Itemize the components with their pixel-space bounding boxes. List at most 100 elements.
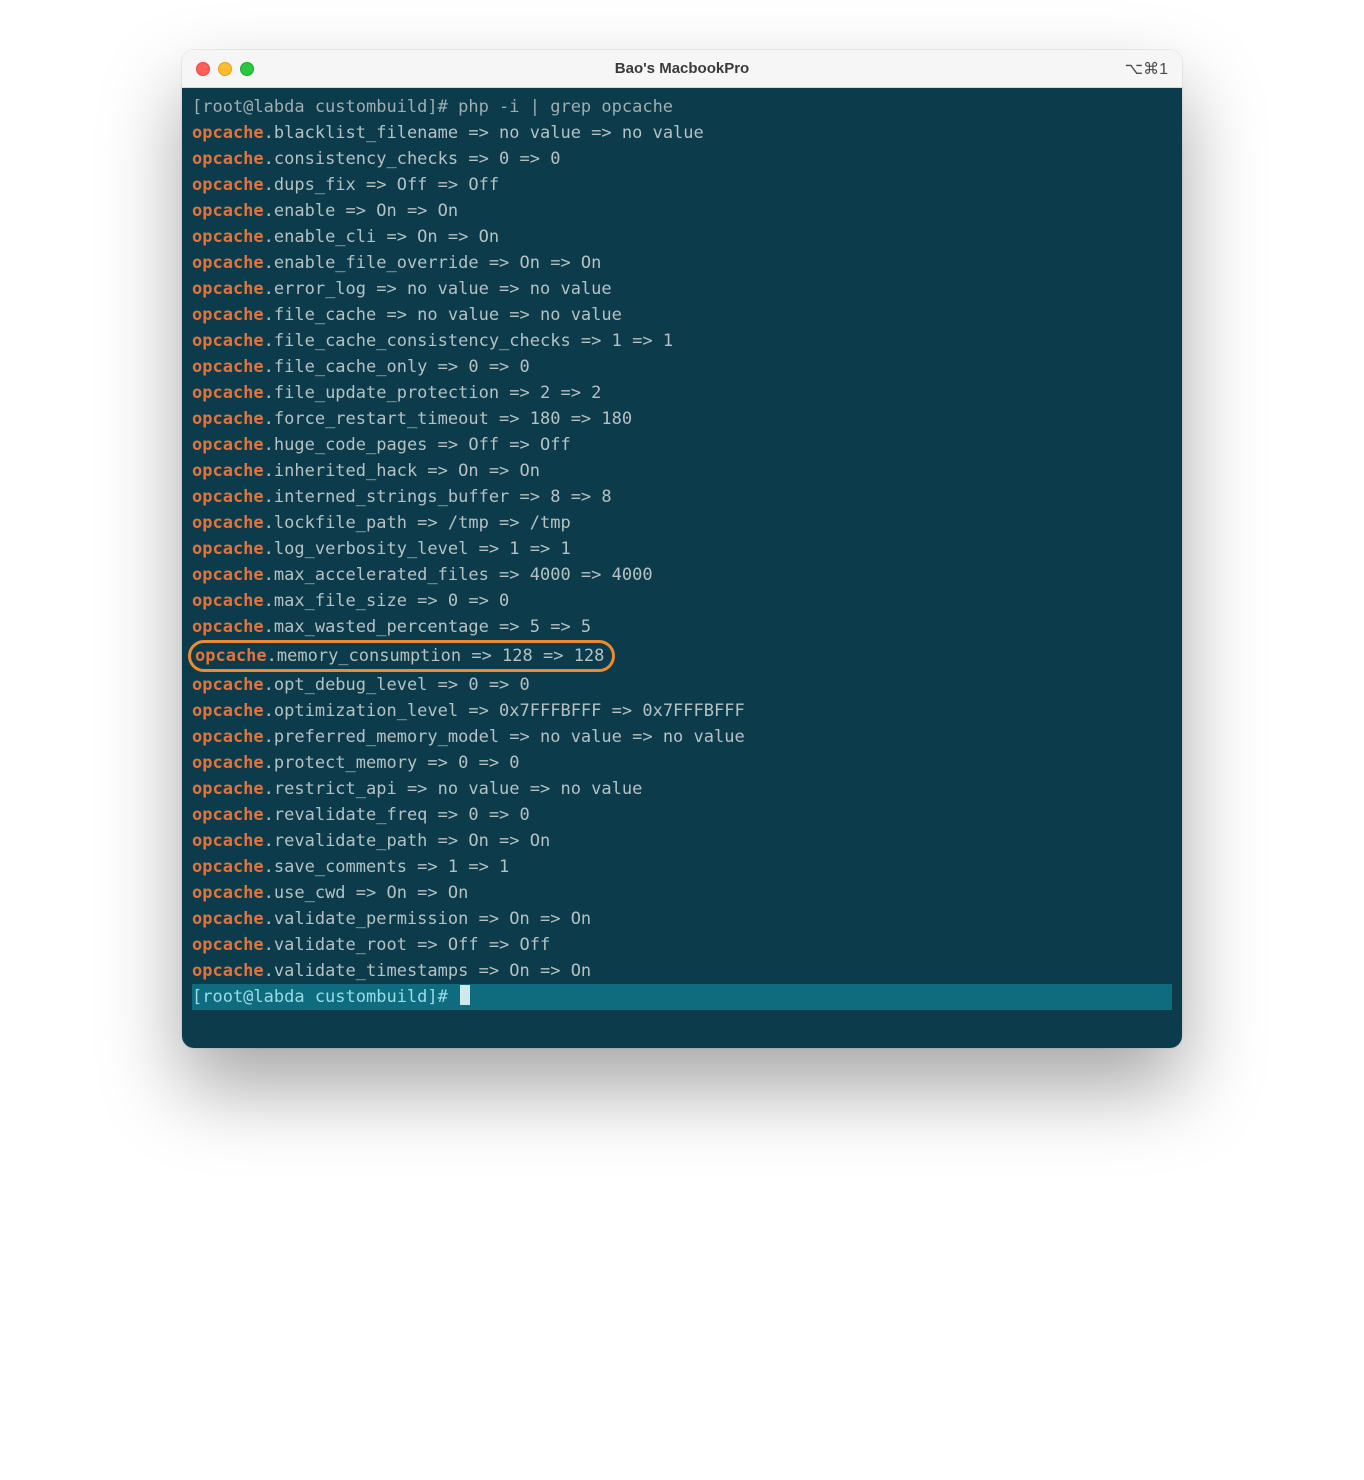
output-line: opcache.revalidate_path => On => On (192, 828, 1172, 854)
command-output: opcache.blacklist_filename => no value =… (192, 120, 1172, 984)
shell-command: php -i | grep opcache (458, 97, 673, 117)
command-line: [root@labda custombuild]# php -i | grep … (192, 94, 1172, 120)
setting-text: .max_file_size => 0 => 0 (264, 591, 510, 611)
setting-text: .log_verbosity_level => 1 => 1 (264, 539, 571, 559)
opcache-keyword: opcache (192, 357, 264, 377)
opcache-keyword: opcache (192, 883, 264, 903)
opcache-keyword: opcache (192, 149, 264, 169)
output-line: opcache.use_cwd => On => On (192, 880, 1172, 906)
output-line: opcache.validate_timestamps => On => On (192, 958, 1172, 984)
output-line: opcache.max_wasted_percentage => 5 => 5 (192, 614, 1172, 640)
opcache-keyword: opcache (192, 909, 264, 929)
titlebar[interactable]: Bao's MacbookPro ⌥⌘1 (182, 50, 1182, 88)
output-line: opcache.validate_root => Off => Off (192, 932, 1172, 958)
opcache-keyword: opcache (192, 227, 264, 247)
opcache-keyword: opcache (192, 831, 264, 851)
setting-text: .consistency_checks => 0 => 0 (264, 149, 561, 169)
setting-text: .huge_code_pages => Off => Off (264, 435, 571, 455)
traffic-lights (196, 62, 254, 76)
opcache-keyword: opcache (192, 201, 264, 221)
opcache-keyword: opcache (192, 123, 264, 143)
opcache-keyword: opcache (192, 727, 264, 747)
setting-text: .inherited_hack => On => On (264, 461, 540, 481)
setting-text: .validate_timestamps => On => On (264, 961, 592, 981)
highlighted-line: opcache.memory_consumption => 128 => 128 (188, 640, 615, 672)
output-line: opcache.file_cache => no value => no val… (192, 302, 1172, 328)
output-line: opcache.blacklist_filename => no value =… (192, 120, 1172, 146)
output-line: opcache.inherited_hack => On => On (192, 458, 1172, 484)
opcache-keyword: opcache (195, 646, 267, 666)
setting-text: .enable_cli => On => On (264, 227, 499, 247)
setting-text: .memory_consumption => 128 => 128 (267, 646, 605, 666)
keyboard-shortcut-label: ⌥⌘1 (1125, 59, 1168, 79)
opcache-keyword: opcache (192, 701, 264, 721)
output-line: opcache.revalidate_freq => 0 => 0 (192, 802, 1172, 828)
output-line: opcache.enable_file_override => On => On (192, 250, 1172, 276)
opcache-keyword: opcache (192, 279, 264, 299)
opcache-keyword: opcache (192, 435, 264, 455)
setting-text: .max_wasted_percentage => 5 => 5 (264, 617, 592, 637)
setting-text: .validate_root => Off => Off (264, 935, 551, 955)
opcache-keyword: opcache (192, 253, 264, 273)
opcache-keyword: opcache (192, 779, 264, 799)
output-line: opcache.validate_permission => On => On (192, 906, 1172, 932)
output-line: opcache.max_file_size => 0 => 0 (192, 588, 1172, 614)
opcache-keyword: opcache (192, 565, 264, 585)
setting-text: .lockfile_path => /tmp => /tmp (264, 513, 571, 533)
shell-prompt: [root@labda custombuild]# (192, 987, 458, 1007)
output-line: opcache.opt_debug_level => 0 => 0 (192, 672, 1172, 698)
opcache-keyword: opcache (192, 961, 264, 981)
output-line: opcache.preferred_memory_model => no val… (192, 724, 1172, 750)
output-line: opcache.protect_memory => 0 => 0 (192, 750, 1172, 776)
opcache-keyword: opcache (192, 383, 264, 403)
output-line: opcache.restrict_api => no value => no v… (192, 776, 1172, 802)
output-line: opcache.huge_code_pages => Off => Off (192, 432, 1172, 458)
opcache-keyword: opcache (192, 753, 264, 773)
opcache-keyword: opcache (192, 591, 264, 611)
setting-text: .file_cache_only => 0 => 0 (264, 357, 530, 377)
opcache-keyword: opcache (192, 857, 264, 877)
setting-text: .protect_memory => 0 => 0 (264, 753, 520, 773)
setting-text: .restrict_api => no value => no value (264, 779, 643, 799)
setting-text: .use_cwd => On => On (264, 883, 469, 903)
minimize-icon[interactable] (218, 62, 232, 76)
setting-text: .validate_permission => On => On (264, 909, 592, 929)
output-line: opcache.lockfile_path => /tmp => /tmp (192, 510, 1172, 536)
opcache-keyword: opcache (192, 513, 264, 533)
output-line: opcache.error_log => no value => no valu… (192, 276, 1172, 302)
output-line: opcache.optimization_level => 0x7FFFBFFF… (192, 698, 1172, 724)
window-title: Bao's MacbookPro (182, 60, 1182, 77)
setting-text: .dups_fix => Off => Off (264, 175, 499, 195)
opcache-keyword: opcache (192, 331, 264, 351)
opcache-keyword: opcache (192, 935, 264, 955)
output-line: opcache.save_comments => 1 => 1 (192, 854, 1172, 880)
close-icon[interactable] (196, 62, 210, 76)
output-line: opcache.memory_consumption => 128 => 128 (192, 640, 1172, 672)
setting-text: .revalidate_freq => 0 => 0 (264, 805, 530, 825)
setting-text: .revalidate_path => On => On (264, 831, 551, 851)
setting-text: .preferred_memory_model => no value => n… (264, 727, 745, 747)
output-line: opcache.enable_cli => On => On (192, 224, 1172, 250)
output-line: opcache.max_accelerated_files => 4000 =>… (192, 562, 1172, 588)
opcache-keyword: opcache (192, 617, 264, 637)
maximize-icon[interactable] (240, 62, 254, 76)
setting-text: .opt_debug_level => 0 => 0 (264, 675, 530, 695)
opcache-keyword: opcache (192, 805, 264, 825)
output-line: opcache.interned_strings_buffer => 8 => … (192, 484, 1172, 510)
output-line: opcache.file_cache_consistency_checks =>… (192, 328, 1172, 354)
setting-text: .interned_strings_buffer => 8 => 8 (264, 487, 612, 507)
setting-text: .file_cache_consistency_checks => 1 => 1 (264, 331, 673, 351)
setting-text: .save_comments => 1 => 1 (264, 857, 510, 877)
setting-text: .error_log => no value => no value (264, 279, 612, 299)
shell-prompt: [root@labda custombuild]# (192, 97, 458, 117)
opcache-keyword: opcache (192, 175, 264, 195)
opcache-keyword: opcache (192, 487, 264, 507)
output-line: opcache.file_update_protection => 2 => 2 (192, 380, 1172, 406)
prompt-ready-line: [root@labda custombuild]# (192, 984, 1172, 1010)
setting-text: .file_update_protection => 2 => 2 (264, 383, 602, 403)
setting-text: .optimization_level => 0x7FFFBFFF => 0x7… (264, 701, 745, 721)
terminal-window: Bao's MacbookPro ⌥⌘1 [root@labda customb… (182, 50, 1182, 1048)
opcache-keyword: opcache (192, 461, 264, 481)
output-line: opcache.force_restart_timeout => 180 => … (192, 406, 1172, 432)
terminal-body[interactable]: [root@labda custombuild]# php -i | grep … (182, 88, 1182, 1048)
